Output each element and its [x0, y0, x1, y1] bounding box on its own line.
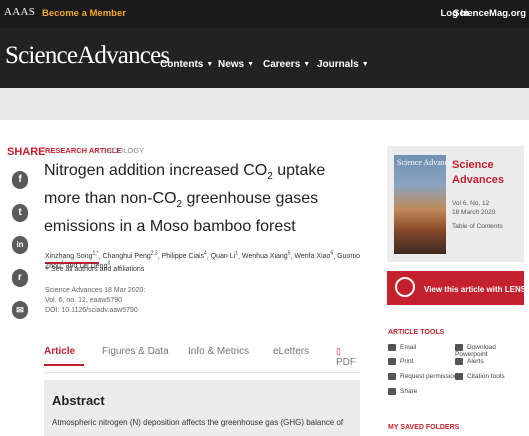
abstract-text: Atmospheric nitrogen (N) deposition affe… [52, 418, 344, 427]
sciencemag-link[interactable]: ScienceMag.org [453, 8, 526, 19]
lens-icon [395, 277, 415, 297]
alerts-icon [455, 358, 463, 365]
doi-link[interactable]: DOI: 10.1126/sciadv.aaw5790 [45, 307, 138, 314]
chevron-down-icon: ▼ [361, 61, 369, 68]
email-icon [388, 344, 396, 351]
nav-news[interactable]: News ▼ [218, 59, 254, 70]
volume-info: Vol. 6, no. 12, eaaw5790 [45, 297, 123, 304]
tool-email[interactable]: Email [388, 344, 416, 351]
ad-banner [0, 88, 529, 120]
nav-journals[interactable]: Journals ▼ [317, 59, 369, 70]
reddit-icon[interactable]: r [12, 269, 28, 287]
journal-name-link[interactable]: Science Advances [452, 158, 512, 188]
chevron-down-icon: ▼ [206, 61, 214, 68]
site-header: ScienceAdvances Contents ▼ News ▼ Careers ▼… [0, 28, 529, 88]
author-link[interactable]: Changhui Peng2,3 [103, 251, 158, 260]
pdf-icon: ▯ [336, 346, 341, 356]
publication-info: Science Advances 18 Mar 2020: [45, 287, 146, 294]
download-icon [455, 344, 463, 351]
tab-pdf[interactable]: ▯ PDF [336, 346, 360, 368]
become-member-link[interactable]: Become a Member [42, 8, 126, 19]
author-link[interactable]: Wenfa Xiao6 [294, 251, 333, 260]
share-icon [388, 388, 396, 395]
tool-download-powerpoint[interactable]: Download Powerpoint [455, 344, 529, 358]
article-tools-heading: ARTICLE TOOLS [388, 329, 445, 336]
issue-cover-image[interactable] [394, 155, 446, 254]
linkedin-icon[interactable]: in [12, 236, 28, 254]
tool-print[interactable]: Print [388, 358, 413, 365]
author-link[interactable]: Philippe Ciais4 [162, 251, 207, 260]
table-of-contents-link[interactable]: Table of Contents [452, 223, 503, 230]
tool-alerts[interactable]: Alerts [455, 358, 484, 365]
abstract-heading: Abstract [52, 393, 105, 408]
article-title: Nitrogen addition increased CO2 uptake m… [44, 162, 326, 236]
tab-info-metrics[interactable]: Info & Metrics [188, 346, 249, 357]
tool-citation[interactable]: Citation tools [455, 373, 505, 380]
nav-careers[interactable]: Careers ▼ [263, 59, 310, 70]
chevron-down-icon: ▼ [303, 61, 311, 68]
tabs-divider [44, 372, 360, 373]
permissions-icon [388, 373, 396, 380]
share-title: SHARE [7, 146, 46, 158]
tab-figures[interactable]: Figures & Data [102, 346, 169, 357]
saved-folders-heading: MY SAVED FOLDERS [388, 424, 460, 431]
tab-eletters[interactable]: eLetters [273, 346, 309, 357]
print-icon [388, 358, 396, 365]
active-tab-underline [44, 364, 84, 366]
tool-request-permissions[interactable]: Request permissions [388, 373, 461, 380]
see-all-authors-link[interactable]: + See all authors and affiliations [45, 266, 144, 273]
author-link[interactable]: Wenhua Xiang5 [242, 251, 291, 260]
abstract-panel [44, 380, 360, 436]
science-advances-logo[interactable]: ScienceAdvances [5, 42, 170, 70]
aaas-logo[interactable]: AAAS [4, 6, 35, 18]
twitter-icon[interactable]: t [12, 204, 28, 222]
top-bar: AAAS Become a Member Log In ScienceMag.o… [0, 0, 529, 28]
lens-label: View this article with LENS [424, 285, 527, 294]
email-icon[interactable]: ✉ [12, 301, 28, 319]
author-link[interactable]: Quan Li1 [211, 251, 238, 260]
tab-article[interactable]: Article [44, 346, 75, 357]
article-subject[interactable]: ECOLOGY [107, 146, 144, 155]
tool-share[interactable]: Share [388, 388, 417, 395]
issue-info: Vol 6, No. 12 18 March 2020 [452, 200, 496, 216]
cover-title: Science Advances [397, 158, 455, 167]
facebook-icon[interactable]: f [12, 171, 28, 189]
chevron-down-icon: ▼ [247, 61, 255, 68]
citation-icon [455, 373, 463, 380]
nav-contents[interactable]: Contents ▼ [160, 59, 213, 70]
